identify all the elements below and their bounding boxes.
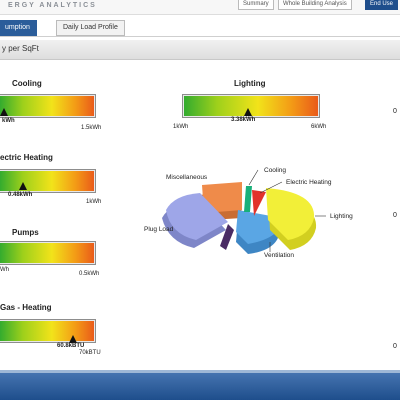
gauge-title: Lighting [234, 79, 266, 88]
right-edge-value: 0 [393, 212, 397, 219]
gauge-current-value: 3.38kWh [231, 117, 256, 123]
end-use-pie-chart: Cooling Electric Heating Lighting Ventil… [144, 167, 353, 259]
gauge-min-value: 1kWh [173, 124, 189, 130]
right-edge-value: 0 [393, 108, 397, 115]
gauge-marker-icon [19, 182, 27, 190]
gauge-min-value: Wh [0, 267, 9, 273]
gauge-max-value: 6kWh [311, 124, 327, 130]
pie-slice-cooling[interactable] [244, 186, 252, 212]
gauge-bar [0, 241, 96, 265]
gauge-marker-icon [244, 108, 252, 116]
gauge-current-value: 0.48kWh [8, 192, 33, 198]
pie-label-electric-heating: Electric Heating [286, 179, 332, 186]
pie-label-ventilation: Ventilation [264, 252, 294, 259]
gauge-title: ectric Heating [0, 153, 53, 162]
view-tabs: umption Daily Load Profile [0, 18, 400, 37]
pie-slice-electric-heating[interactable] [252, 190, 266, 216]
summary-button[interactable]: Summary [238, 0, 274, 10]
gauge-bar [0, 169, 96, 193]
gauge-electric-heating: ectric Heating 0.48kWh 1kWh [0, 152, 110, 212]
gauge-bar [0, 319, 96, 343]
gauge-marker-icon [0, 108, 8, 116]
section-header: y per SqFt [0, 40, 400, 60]
gauge-max-value: 0.5kWh [79, 271, 100, 277]
gauge-title: Gas - Heating [0, 303, 52, 312]
gauge-cooling: Cooling kWh 1.5kWh [0, 76, 110, 136]
pie-label-lighting: Lighting [330, 213, 353, 220]
gauge-current-value: kWh [2, 118, 15, 124]
pie-label-cooling: Cooling [264, 167, 286, 174]
gauge-pumps: Pumps Wh 0.5kWh [0, 228, 110, 288]
leader-line-cooling [248, 169, 259, 186]
tab-daily-load-profile[interactable]: Daily Load Profile [56, 20, 125, 36]
app-header: ERGY ANALYTICS Summary Whole Building An… [0, 0, 400, 15]
gauge-lighting: Lighting 1kWh 3.38kWh 6kWh [170, 76, 330, 136]
gauge-max-value: 1kWh [86, 199, 102, 205]
end-use-button[interactable]: End Use [365, 0, 399, 10]
gauge-title: Cooling [12, 79, 42, 88]
gauge-gas-heating: Gas - Heating 60.8kBTU 70kBTU [0, 300, 110, 360]
gauge-max-value: 1.5kWh [81, 125, 102, 131]
whole-building-analysis-button[interactable]: Whole Building Analysis [278, 0, 352, 10]
section-title: y per SqFt [2, 44, 39, 53]
pie-label-miscellaneous: Miscellaneous [166, 174, 208, 181]
gauge-max-value: 70kBTU [79, 350, 101, 356]
gauge-current-value: 60.8kBTU [57, 343, 85, 349]
gauge-title: Pumps [12, 228, 39, 237]
footer-bar [0, 370, 400, 400]
footer-strip [0, 370, 400, 373]
brand-name: ERGY ANALYTICS [8, 2, 97, 9]
tab-consumption[interactable]: umption [0, 20, 37, 36]
right-edge-value: 0 [393, 343, 397, 350]
gauge-marker-icon [69, 335, 77, 343]
pie-label-plug-load: Plug Load [144, 226, 174, 233]
gauge-bar [0, 94, 96, 118]
